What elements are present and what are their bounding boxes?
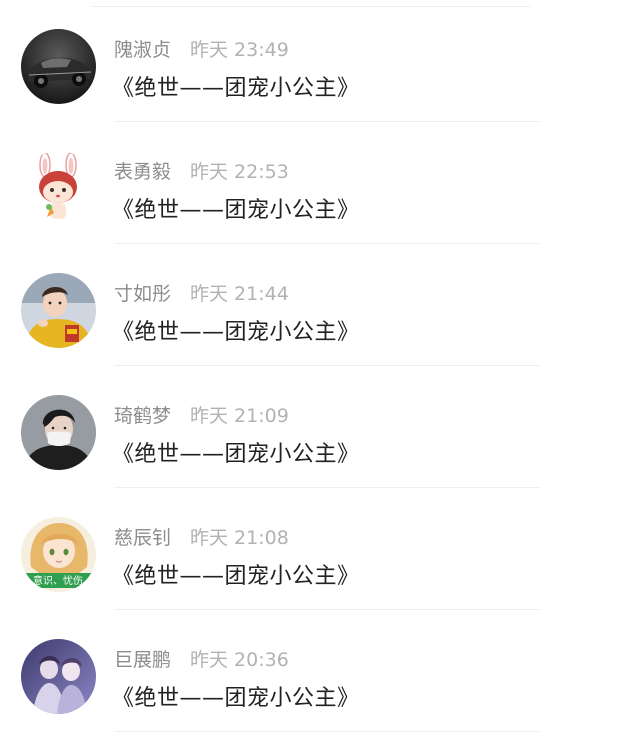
- comment-item[interactable]: 寸如彤 昨天 21:44 《绝世——团宠小公主》: [0, 244, 640, 366]
- username[interactable]: 琦鹤梦: [114, 401, 171, 428]
- comment-time: 昨天 20:36: [190, 648, 289, 671]
- comment-time: 昨天 21:44: [190, 282, 289, 305]
- avatar[interactable]: [21, 273, 96, 348]
- comment-text: 《绝世——团宠小公主》: [112, 564, 360, 589]
- masked-person-avatar-icon: [21, 395, 96, 470]
- comment-text: 《绝世——团宠小公主》: [112, 76, 360, 101]
- comment-meta: 寸如彤 昨天 21:44: [114, 278, 289, 306]
- username[interactable]: 慈辰钊: [114, 523, 171, 550]
- sports-car-avatar-icon: [21, 29, 96, 104]
- divider: [114, 731, 540, 732]
- comment-item[interactable]: 琦鹤梦 昨天 21:09 《绝世——团宠小公主》: [0, 366, 640, 488]
- comment-list: 隗淑贞 昨天 23:49 《绝世——团宠小公主》 表勇毅 昨天 22:53 《绝…: [0, 0, 640, 739]
- comment-item[interactable]: 巨展鹏 昨天 20:36 《绝世——团宠小公主》: [0, 610, 640, 732]
- comment-text: 《绝世——团宠小公主》: [112, 198, 360, 223]
- comment-time: 昨天 23:49: [190, 38, 289, 61]
- comment-text: 《绝世——团宠小公主》: [112, 442, 360, 467]
- comment-text: 《绝世——团宠小公主》: [112, 320, 360, 345]
- username[interactable]: 表勇毅: [114, 157, 171, 184]
- avatar[interactable]: [21, 395, 96, 470]
- avatar[interactable]: [21, 29, 96, 104]
- comment-time: 昨天 22:53: [190, 160, 289, 183]
- comment-time: 昨天 21:08: [190, 526, 289, 549]
- anime-girl-avatar-icon: 意识、忧伤: [21, 517, 96, 592]
- comment-meta: 琦鹤梦 昨天 21:09: [114, 400, 289, 428]
- comment-meta: 隗淑贞 昨天 23:49: [114, 34, 289, 62]
- boy-yellow-hoodie-avatar-icon: [21, 273, 96, 348]
- comment-meta: 巨展鹏 昨天 20:36: [114, 644, 289, 672]
- avatar[interactable]: [21, 151, 96, 226]
- comment-meta: 慈辰钊 昨天 21:08: [114, 522, 289, 550]
- avatar[interactable]: [21, 639, 96, 714]
- comment-item[interactable]: 隗淑贞 昨天 23:49 《绝世——团宠小公主》: [0, 0, 640, 122]
- avatar-banner-text: 意识、忧伤: [33, 574, 83, 587]
- avatar[interactable]: 意识、忧伤: [21, 517, 96, 592]
- comment-item[interactable]: 意识、忧伤 慈辰钊 昨天 21:08 《绝世——团宠小公主》: [0, 488, 640, 610]
- username[interactable]: 隗淑贞: [114, 35, 171, 62]
- purple-photo-avatar-icon: [21, 639, 96, 714]
- username[interactable]: 巨展鹏: [114, 645, 171, 672]
- username[interactable]: 寸如彤: [114, 279, 171, 306]
- bunny-mascot-avatar-icon: [21, 151, 96, 226]
- comment-item[interactable]: 表勇毅 昨天 22:53 《绝世——团宠小公主》: [0, 122, 640, 244]
- comment-time: 昨天 21:09: [190, 404, 289, 427]
- comment-text: 《绝世——团宠小公主》: [112, 686, 360, 711]
- comment-meta: 表勇毅 昨天 22:53: [114, 156, 289, 184]
